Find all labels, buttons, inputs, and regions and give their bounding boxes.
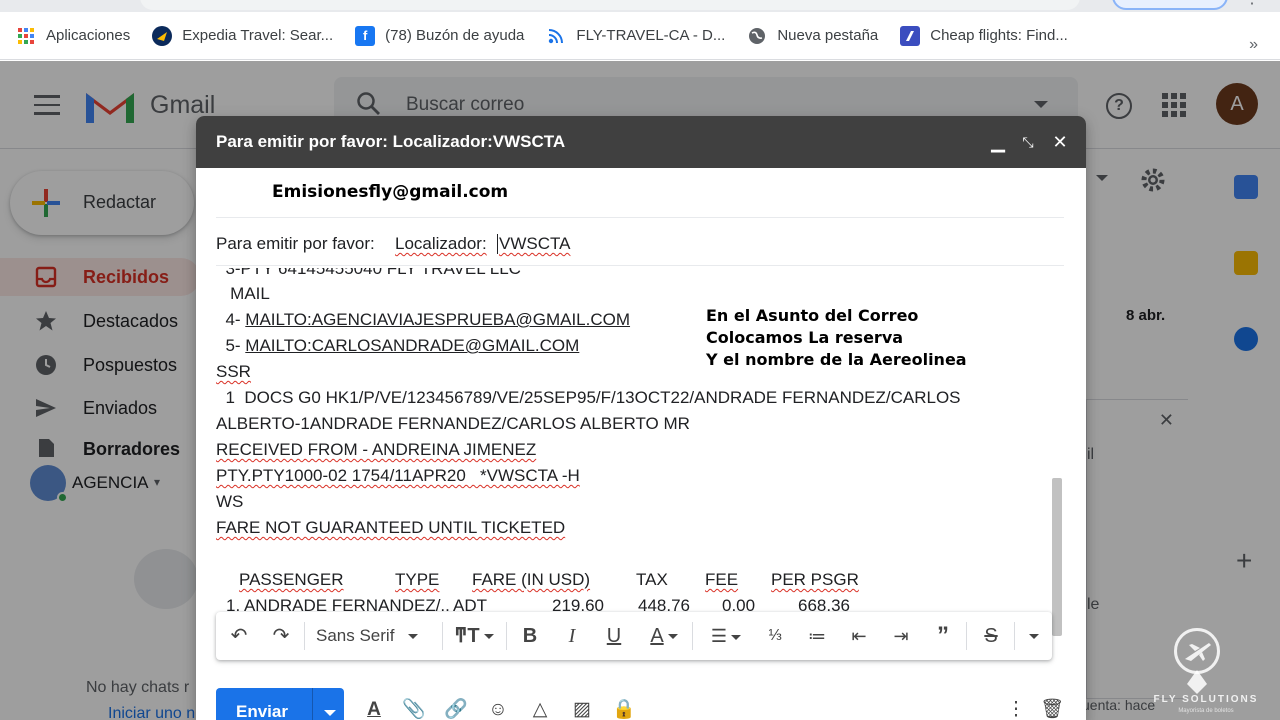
- body-line: RECEIVED FROM - ANDREINA JIMENEZ: [216, 440, 537, 459]
- body-line: WS: [216, 492, 244, 511]
- body-line: SSR: [216, 362, 251, 381]
- body-line: FARE NOT GUARANTEED UNTIL TICKETED: [216, 518, 566, 537]
- watermark-brand: FLY SOLUTIONS: [1153, 694, 1259, 705]
- indent-less-icon[interactable]: ⇤: [846, 624, 872, 648]
- subject-prefix: Para emitir por favor:: [216, 234, 375, 253]
- body-line: 3-PTY 64145455040 FLY TRAVEL LLC: [216, 268, 521, 278]
- fare-header: TYPE: [395, 570, 440, 589]
- bookmark-aplicaciones[interactable]: Aplicaciones: [16, 26, 130, 46]
- body-line: MAIL: [216, 284, 270, 303]
- watermark-tagline: Mayorista de boletos: [1178, 708, 1234, 714]
- apps-grid-icon: [16, 26, 36, 46]
- align-icon[interactable]: ☰: [704, 624, 748, 648]
- numbered-list-icon[interactable]: ⅓: [762, 624, 788, 648]
- insert-link-icon[interactable]: 🔗: [444, 698, 468, 720]
- annotation-text: Colocamos La reserva: [706, 328, 904, 347]
- fare-header: FEE: [705, 570, 739, 589]
- bookmark-label: FLY-TRAVEL-CA - D...: [576, 27, 726, 44]
- exit-fullscreen-icon[interactable]: ⤡: [1018, 132, 1038, 152]
- bookmark-label: Nueva pestaña: [777, 27, 879, 44]
- airplane-icon: [1174, 628, 1220, 674]
- send-button[interactable]: Enviar: [216, 688, 344, 720]
- formatting-toolbar: ↶ ↷ Sans Serif ͳT B I U A ☰ ⅓ ≔ ⇤ ⇥ ” S: [216, 612, 1052, 660]
- body-line: 4- MAILTO:AGENCIAVIAJESPRUEBA@GMAIL.COM: [216, 310, 631, 329]
- email-link[interactable]: MAILTO:AGENCIAVIAJESPRUEBA@GMAIL.COM: [245, 310, 630, 329]
- redo-icon[interactable]: ↷: [268, 624, 294, 648]
- bold-icon[interactable]: B: [518, 624, 542, 648]
- body-line: 1 DOCS G0 HK1/P/VE/123456789/VE/25SEP95/…: [216, 388, 961, 407]
- bookmark-expedia[interactable]: Expedia Travel: Sear...: [152, 25, 334, 46]
- minimize-icon[interactable]: ▁: [988, 132, 1008, 152]
- send-label: Enviar: [236, 702, 288, 720]
- fly-solutions-watermark: FLY SOLUTIONS Mayorista de boletos: [1150, 624, 1262, 720]
- bookmark-facebook[interactable]: f (78) Buzón de ayuda: [355, 25, 525, 46]
- fare-header: PER PSGR: [771, 570, 859, 589]
- quote-icon[interactable]: ”: [930, 624, 956, 648]
- text-size-icon[interactable]: ͳT: [452, 624, 496, 648]
- compose-header: Para emitir por favor: Localizador:VWSCT…: [196, 116, 1086, 168]
- attach-icon[interactable]: 📎: [402, 698, 426, 720]
- facebook-icon: f: [355, 25, 376, 46]
- bookmarks-bar: Aplicaciones Expedia Travel: Sear... f (…: [0, 12, 1280, 60]
- emoji-icon[interactable]: ☺: [486, 698, 510, 720]
- globe-icon: [747, 26, 767, 46]
- email-link[interactable]: MAILTO:CARLOSANDRADE@GMAIL.COM: [245, 336, 579, 355]
- profile-button[interactable]: [1112, 0, 1228, 10]
- confidential-mode-icon[interactable]: 🔒: [612, 698, 636, 720]
- italic-icon[interactable]: I: [560, 624, 584, 648]
- expedia-icon: [152, 25, 173, 46]
- bookmarks-overflow-icon[interactable]: »: [1249, 36, 1258, 54]
- browser-menu-icon[interactable]: ⋮: [1244, 0, 1260, 10]
- bulleted-list-icon[interactable]: ≔: [804, 624, 830, 648]
- font-family-select[interactable]: Sans Serif: [316, 624, 436, 648]
- body-line: 5- MAILTO:CARLOSANDRADE@GMAIL.COM: [216, 336, 580, 355]
- indent-more-icon[interactable]: ⇥: [888, 624, 914, 648]
- subject-field[interactable]: Para emitir por favor: Localizador: VWSC…: [216, 220, 1064, 266]
- schedule-send-icon[interactable]: [324, 710, 336, 716]
- bookmark-label: Expedia Travel: Sear...: [182, 27, 334, 44]
- close-icon[interactable]: ✕: [1050, 132, 1070, 152]
- undo-icon[interactable]: ↶: [226, 624, 252, 648]
- more-formatting-icon[interactable]: [1022, 624, 1046, 648]
- strikethrough-icon[interactable]: S: [978, 624, 1004, 648]
- text-color-icon[interactable]: A: [644, 624, 684, 648]
- formatting-options-icon[interactable]: A: [362, 698, 386, 720]
- rss-icon: [546, 26, 566, 46]
- font-family-label: Sans Serif: [316, 626, 395, 645]
- subject-locator-code: VWSCTA: [497, 234, 571, 254]
- underline-icon[interactable]: U: [602, 624, 626, 648]
- bookmark-label: (78) Buzón de ayuda: [385, 27, 525, 44]
- drive-icon[interactable]: △: [528, 698, 552, 720]
- discard-draft-icon[interactable]: 🗑: [1040, 698, 1064, 720]
- annotation-text: Y el nombre de la Aereolinea: [706, 350, 967, 369]
- cheapflights-icon: [900, 25, 921, 46]
- recipients-field[interactable]: Emisionesfly@gmail.com: [216, 172, 1064, 218]
- fare-header: TAX: [636, 570, 668, 589]
- message-body[interactable]: 3-PTY 64145455040 FLY TRAVEL LLC MAIL 4-…: [216, 268, 1064, 616]
- more-options-icon[interactable]: ⋮: [1004, 698, 1028, 720]
- fare-header: PASSENGER: [239, 570, 344, 589]
- bookmark-label: Cheap flights: Find...: [930, 27, 1068, 44]
- bookmark-flytravel[interactable]: FLY-TRAVEL-CA - D...: [546, 26, 725, 46]
- bookmark-label: Aplicaciones: [46, 27, 131, 44]
- bookmark-cheapflights[interactable]: Cheap flights: Find...: [900, 25, 1068, 46]
- compose-title: Para emitir por favor: Localizador:VWSCT…: [216, 132, 566, 151]
- browser-toolbar: ⋮: [0, 0, 1280, 12]
- body-line: ALBERTO-1ANDRADE FERNANDEZ/CARLOS ALBERT…: [216, 414, 690, 433]
- location-pin-icon: [1187, 670, 1207, 694]
- body-scrollbar[interactable]: [1052, 478, 1062, 636]
- subject-locator-label: Localizador:: [395, 234, 487, 253]
- recipient-address[interactable]: Emisionesfly@gmail.com: [272, 182, 508, 202]
- fare-header: FARE (IN USD): [472, 570, 591, 589]
- bookmark-nueva-pestana[interactable]: Nueva pestaña: [747, 26, 878, 46]
- annotation-text: En el Asunto del Correo: [706, 306, 919, 325]
- address-bar[interactable]: [140, 0, 1080, 10]
- insert-photo-icon[interactable]: ▨: [570, 698, 594, 720]
- body-line: PTY.PTY1000-02 1754/11APR20 *VWSCTA -H: [216, 466, 580, 485]
- compose-window: Para emitir por favor: Localizador: VWSCT…: [196, 116, 1086, 720]
